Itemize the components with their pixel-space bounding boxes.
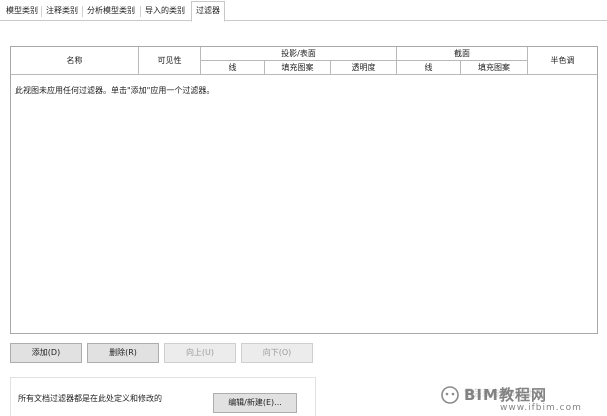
column-group-cut: 截面 [397, 47, 528, 61]
filters-table: 名称 可见性 投影/表面 截面 半色调 线 填充图案 透明度 线 填充图案 此视… [10, 46, 598, 334]
watermark-overlay-text: 雪芸亚方说BIM土木 [464, 389, 544, 399]
wechat-icon [441, 386, 459, 404]
tab-imported-categories[interactable]: 导入的类别 [141, 3, 189, 21]
move-down-button[interactable]: 向下(O) [241, 343, 313, 363]
column-header-halftone[interactable]: 半色调 [528, 47, 597, 75]
column-header-projection-lines[interactable]: 线 [201, 61, 265, 75]
tab-annotation-categories[interactable]: 注释类别 [42, 3, 82, 21]
column-header-cut-lines[interactable]: 线 [397, 61, 461, 75]
move-up-button[interactable]: 向上(U) [164, 343, 236, 363]
column-header-visibility[interactable]: 可见性 [139, 47, 201, 75]
delete-filter-button[interactable]: 删除(R) [87, 343, 159, 363]
column-header-projection-patterns[interactable]: 填充图案 [265, 61, 331, 75]
empty-table-message: 此视图未应用任何过滤器。单击"添加"应用一个过滤器。 [15, 86, 215, 95]
tab-model-categories[interactable]: 模型类别 [2, 3, 42, 21]
add-filter-button[interactable]: 添加(D) [10, 343, 82, 363]
tab-analytical-model-categories[interactable]: 分析模型类别 [83, 3, 139, 21]
column-header-name[interactable]: 名称 [11, 47, 139, 75]
column-group-projection-surface: 投影/表面 [201, 47, 397, 61]
tab-strip: 模型类别 注释类别 分析模型类别 导入的类别 过滤器 [0, 0, 607, 22]
column-header-cut-patterns[interactable]: 填充图案 [461, 61, 528, 75]
watermark-url: www.ifbim.com [500, 403, 582, 413]
edit-new-button[interactable]: 编辑/新建(E)... [213, 393, 297, 413]
tab-filters[interactable]: 过滤器 [191, 1, 225, 22]
column-header-transparency[interactable]: 透明度 [331, 61, 397, 75]
filter-definition-note: 所有文档过滤器都是在此处定义和修改的 [18, 394, 162, 403]
